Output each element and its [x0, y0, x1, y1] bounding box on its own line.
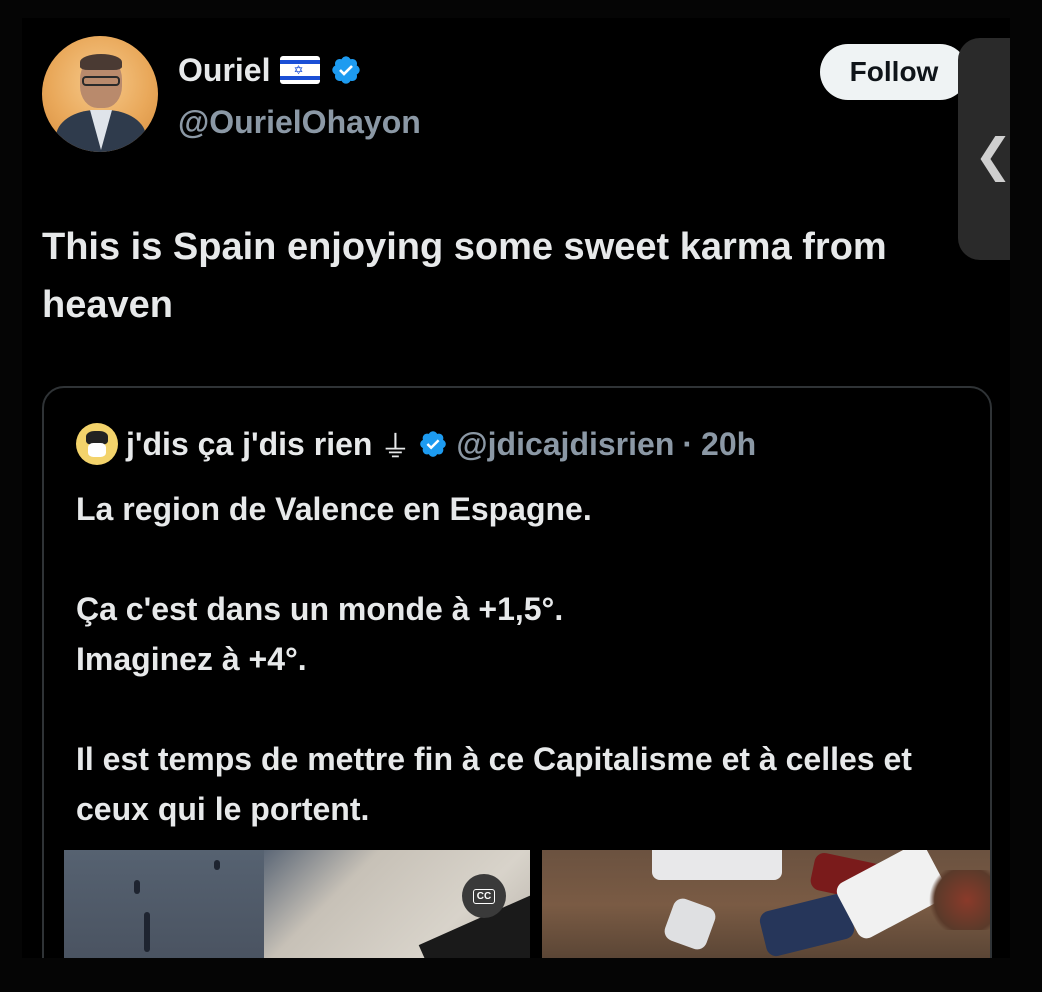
tweet-text: This is Spain enjoying some sweet karma …	[42, 226, 887, 326]
thumbnail-wall	[64, 850, 264, 958]
meta-separator: ·	[682, 425, 694, 462]
quoted-author-name[interactable]: j'dis ça j'dis rien	[126, 426, 372, 463]
quoted-tweet-time[interactable]: 20h	[701, 426, 756, 463]
quoted-tweet-text: La region de Valence en Espagne. Ça c'es…	[76, 484, 976, 834]
quoted-text-line: Il est temps de mettre fin à ce Capitali…	[76, 741, 912, 827]
author-avatar[interactable]	[42, 36, 158, 152]
quoted-tweet-header: j'dis ça j'dis rien ⏚ @jdicajdisrien · 2…	[76, 422, 756, 466]
van-shape	[652, 850, 782, 880]
quoted-text-line: Ça c'est dans un monde à +1,5°.	[76, 591, 564, 627]
follow-button[interactable]: Follow	[820, 44, 968, 100]
avatar-glasses	[82, 76, 120, 86]
quoted-author-handle[interactable]: @jdicajdisrien	[456, 426, 674, 463]
quoted-text-line: La region de Valence en Espagne.	[76, 491, 592, 527]
side-panel-tab[interactable]: ❮	[958, 38, 1010, 260]
verified-badge-icon	[332, 56, 361, 84]
author-handle[interactable]: @OurielOhayon	[178, 104, 421, 141]
car-white-small-shape	[661, 895, 719, 953]
ground-symbol-icon: ⏚	[380, 431, 411, 464]
cc-label: CC	[472, 888, 496, 904]
screenshot-frame: Ouriel ✡ @OurielOhayon Follow ❮ This is …	[0, 0, 1042, 992]
debris-shape	[922, 870, 990, 930]
chevron-left-icon: ❮	[974, 129, 1010, 181]
quoted-text-line: Imaginez à +4°.	[76, 641, 307, 677]
quoted-author-avatar[interactable]	[76, 423, 118, 465]
quoted-text-line	[76, 534, 976, 584]
quoted-text-line	[76, 684, 976, 734]
author-display-name[interactable]: Ouriel	[178, 52, 270, 89]
closed-captions-icon[interactable]: CC	[462, 874, 506, 918]
israel-flag-icon: ✡	[280, 56, 321, 84]
author-name-row: Ouriel ✡	[178, 48, 362, 92]
avatar-hair	[80, 54, 122, 70]
tweet: Ouriel ✡ @OurielOhayon Follow ❮ This is …	[22, 18, 1010, 958]
photo-thumbnail[interactable]	[542, 850, 990, 958]
video-thumbnail[interactable]: CC	[64, 850, 530, 958]
quoted-tweet[interactable]: j'dis ça j'dis rien ⏚ @jdicajdisrien · 2…	[42, 386, 992, 958]
verified-badge-icon	[420, 431, 447, 457]
